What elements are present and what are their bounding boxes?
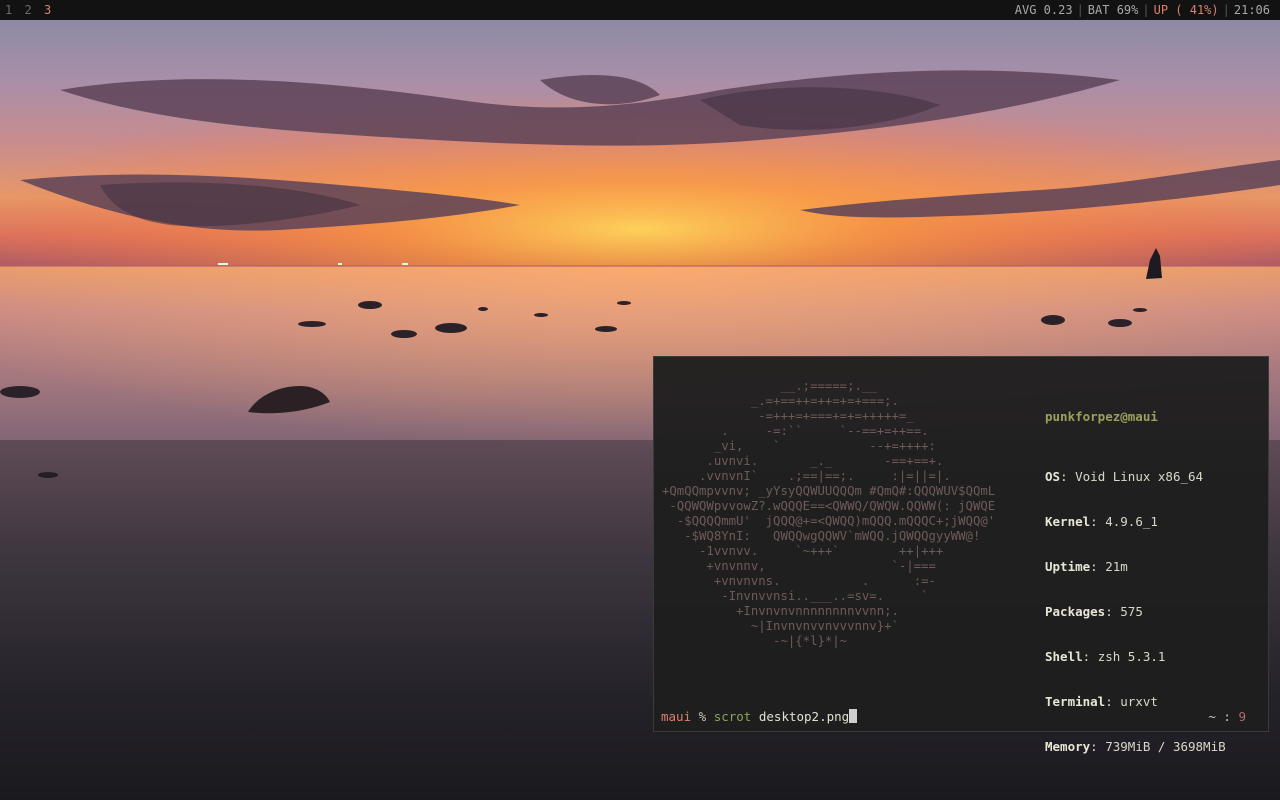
info-row-os: OS: Void Linux x86_64: [1045, 469, 1204, 484]
prompt-symbol: %: [698, 709, 707, 724]
distro-ascii-logo: __.;=====;.__ _.=+==++=++=+=+===;. -=+++…: [662, 379, 996, 648]
battery-status: BAT 69%: [1087, 3, 1139, 17]
workspace-3[interactable]: 3: [44, 0, 51, 20]
status-separator: |: [1142, 3, 1150, 17]
right-prompt: ~ : 9: [1208, 709, 1246, 724]
info-row-shell: Shell: zsh 5.3.1: [1045, 649, 1166, 664]
right-prompt-separator: :: [1223, 709, 1231, 724]
prompt-argument: desktop2.png: [758, 709, 850, 724]
prompt-command: scrot: [713, 709, 752, 724]
command-prompt[interactable]: maui % scrot desktop2.png: [661, 709, 858, 724]
info-value: 4.9.6_1: [1105, 514, 1158, 529]
workspace-switcher: 1 2 3: [5, 0, 56, 20]
info-value: Void Linux x86_64: [1075, 469, 1204, 484]
system-info: punkforpez@maui OS: Void Linux x86_64 Ke…: [1045, 379, 1226, 784]
info-key: Shell: [1045, 649, 1083, 664]
info-value: zsh 5.3.1: [1097, 649, 1166, 664]
current-directory: ~: [1208, 709, 1216, 724]
info-value: 739MiB / 3698MiB: [1105, 739, 1226, 754]
status-separator: |: [1222, 3, 1230, 17]
info-key: Uptime: [1045, 559, 1091, 574]
info-row-kernel: Kernel: 4.9.6_1: [1045, 514, 1158, 529]
info-value: urxvt: [1120, 694, 1158, 709]
info-key: OS: [1045, 469, 1061, 484]
text-cursor: [849, 709, 858, 723]
status-separator: |: [1076, 3, 1084, 17]
workspace-2[interactable]: 2: [24, 0, 31, 20]
info-value: 21m: [1105, 559, 1128, 574]
info-key: Memory: [1045, 739, 1091, 754]
clock: 21:06: [1233, 3, 1270, 17]
info-key: Terminal: [1045, 694, 1106, 709]
info-key: Packages: [1045, 604, 1106, 619]
info-value: 575: [1120, 604, 1143, 619]
top-status-bar: 1 2 3 AVG 0.23 | BAT 69% | UP ( 41%) | 21:06: [0, 0, 1280, 20]
info-row-uptime: Uptime: 21m: [1045, 559, 1128, 574]
load-average: AVG 0.23: [1014, 3, 1073, 17]
info-row-terminal: Terminal: urxvt: [1045, 694, 1158, 709]
terminal-window[interactable]: __.;=====;.__ _.=+==++=++=+=+===;. -=+++…: [653, 356, 1269, 754]
info-key: Kernel: [1045, 514, 1091, 529]
uptime-status: UP ( 41%): [1153, 3, 1219, 17]
status-indicators: AVG 0.23 | BAT 69% | UP ( 41%) | 21:06: [1015, 0, 1270, 20]
history-number: 9: [1238, 709, 1246, 724]
workspace-1[interactable]: 1: [5, 0, 12, 20]
info-row-packages: Packages: 575: [1045, 604, 1143, 619]
info-row-memory: Memory: 739MiB / 3698MiB: [1045, 739, 1226, 754]
prompt-host: maui: [661, 709, 692, 724]
user-host: punkforpez@maui: [1045, 409, 1158, 424]
